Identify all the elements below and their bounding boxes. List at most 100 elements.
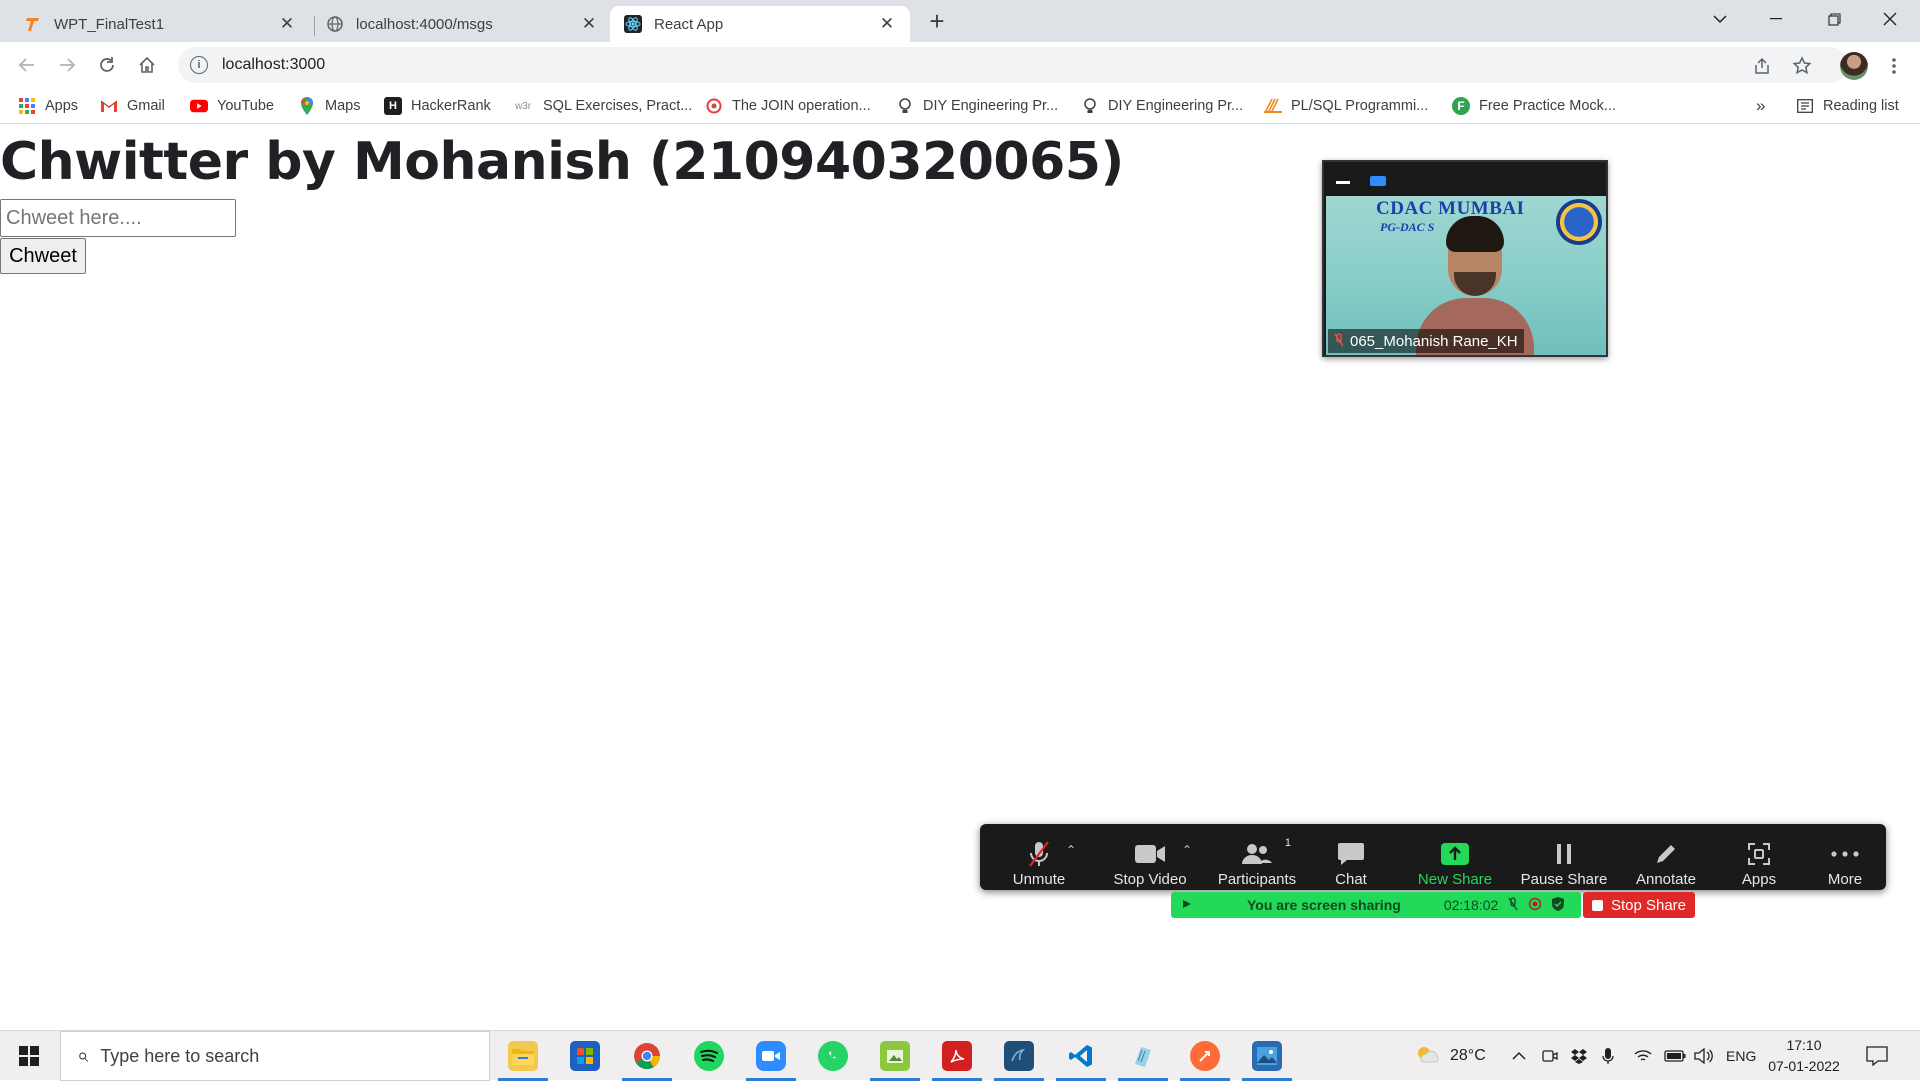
bookmark-free-practice-mock[interactable]: F Free Practice Mock... <box>1452 94 1616 118</box>
minimize-video-icon[interactable] <box>1336 181 1350 184</box>
chweet-input[interactable] <box>0 199 236 237</box>
volume-icon[interactable] <box>1694 1031 1714 1081</box>
tab-title: React App <box>654 15 724 33</box>
pause-share-button[interactable]: Pause Share <box>1514 830 1614 888</box>
meet-now-icon[interactable] <box>1542 1031 1558 1081</box>
address-bar[interactable]: i localhost:3000 <box>178 47 1848 83</box>
chrome-menu-icon[interactable] <box>1882 54 1906 78</box>
bookmark-gmail[interactable]: Gmail <box>100 94 165 118</box>
forward-arrow-icon[interactable] <box>53 51 81 79</box>
switch-view-icon[interactable] <box>1370 176 1386 186</box>
apps-button[interactable]: Apps <box>1728 830 1790 888</box>
bookmark-label: DIY Engineering Pr... <box>923 98 1059 114</box>
annotate-button[interactable]: Annotate <box>1624 830 1708 888</box>
taskbar-search[interactable]: ⌕ Type here to search <box>60 1031 490 1081</box>
control-label: More <box>1827 871 1863 888</box>
clock-date: 07-01-2022 <box>1768 1058 1840 1074</box>
bookmark-join-operation[interactable]: The JOIN operation... <box>705 94 871 118</box>
tab-react-app[interactable]: React App ✕ <box>610 6 910 42</box>
bookmark-sql-exercises[interactable]: w3r SQL Exercises, Pract... <box>512 94 692 118</box>
chweet-button[interactable]: Chweet <box>0 238 86 274</box>
pencil-icon <box>1654 839 1678 869</box>
notifications-icon[interactable] <box>1866 1031 1888 1081</box>
record-icon[interactable] <box>1528 897 1542 914</box>
bookmark-maps[interactable]: Maps <box>298 94 360 118</box>
back-arrow-icon[interactable] <box>13 51 41 79</box>
stop-video-button[interactable]: ⌃ Stop Video <box>1100 830 1200 888</box>
site-info-icon[interactable]: i <box>190 56 208 74</box>
new-tab-button[interactable]: + <box>922 6 952 36</box>
taskbar-file-explorer[interactable] <box>492 1031 554 1081</box>
drag-handle-icon[interactable] <box>1181 897 1193 913</box>
taskbar-vscode[interactable] <box>1050 1031 1112 1081</box>
tab-close-icon[interactable]: ✕ <box>876 13 898 35</box>
home-icon[interactable] <box>133 51 161 79</box>
bookmark-label: Gmail <box>127 98 165 114</box>
taskbar-postman[interactable] <box>1174 1031 1236 1081</box>
taskbar-acrobat[interactable] <box>926 1031 988 1081</box>
pause-icon <box>1555 839 1573 869</box>
show-hidden-icons-icon[interactable] <box>1512 1031 1526 1081</box>
tab-wpt-finaltest1[interactable]: WPT_FinalTest1 ✕ <box>10 6 310 42</box>
postman-icon <box>1190 1041 1220 1071</box>
profile-avatar[interactable] <box>1840 52 1868 80</box>
zoom-video-thumbnail[interactable]: CDAC MUMBAI PG-DAC S 065_Mohanish Rane_K… <box>1322 160 1608 357</box>
chat-button[interactable]: Chat <box>1320 830 1382 888</box>
reload-icon[interactable] <box>93 51 121 79</box>
tab-close-icon[interactable]: ✕ <box>276 13 298 35</box>
taskbar-spotify[interactable] <box>678 1031 740 1081</box>
whatsapp-icon <box>818 1041 848 1071</box>
restore-icon[interactable] <box>1810 0 1858 38</box>
battery-icon[interactable] <box>1664 1031 1686 1081</box>
tab-localhost-4000-msgs[interactable]: localhost:4000/msgs ✕ <box>312 6 612 42</box>
chevron-up-icon[interactable]: ⌃ <box>1182 843 1192 857</box>
control-label: Unmute <box>1012 871 1066 888</box>
video-panel-header <box>1324 162 1606 196</box>
bookmark-diy-engineering-1[interactable]: DIY Engineering Pr... <box>896 94 1058 118</box>
shield-icon[interactable] <box>1552 896 1565 914</box>
partly-sunny-icon <box>1414 1044 1442 1068</box>
taskbar-chrome[interactable] <box>616 1031 678 1081</box>
more-bookmarks-button[interactable]: » <box>1756 94 1765 118</box>
window-close-icon[interactable] <box>1866 0 1914 38</box>
acrobat-icon <box>942 1041 972 1071</box>
bookmark-diy-engineering-2[interactable]: DIY Engineering Pr... <box>1081 94 1243 118</box>
taskbar-whatsapp[interactable] <box>802 1031 864 1081</box>
tab-close-icon[interactable]: ✕ <box>578 13 600 35</box>
stop-share-label: Stop Share <box>1610 896 1687 914</box>
screen-sharing-status-bar[interactable]: You are screen sharing 02:18:02 <box>1171 892 1581 918</box>
share-page-icon[interactable] <box>1750 54 1774 78</box>
taskbar-photos[interactable] <box>1236 1031 1298 1081</box>
system-clock[interactable]: 17:10 07-01-2022 <box>1762 1035 1846 1077</box>
new-share-button[interactable]: New Share <box>1408 830 1502 888</box>
more-dots-icon <box>1831 839 1859 869</box>
tab-search-icon[interactable] <box>1696 0 1744 38</box>
bookmark-plsql-programming[interactable]: PL/SQL Programmi... <box>1264 94 1428 118</box>
taskbar-notepad[interactable] <box>1112 1031 1174 1081</box>
bookmark-youtube[interactable]: YouTube <box>190 94 274 118</box>
participants-button[interactable]: 1 Participants <box>1210 830 1304 888</box>
start-button[interactable] <box>0 1031 58 1081</box>
stop-share-button[interactable]: Stop Share <box>1583 892 1695 918</box>
microphone-icon[interactable] <box>1602 1031 1614 1081</box>
control-label: Chat <box>1335 871 1367 888</box>
minimize-icon[interactable] <box>1752 0 1800 38</box>
more-button[interactable]: More <box>1816 830 1874 888</box>
bookmark-hackerrank[interactable]: H HackerRank <box>384 94 491 118</box>
taskbar-mysql-workbench[interactable] <box>988 1031 1050 1081</box>
dropbox-icon[interactable] <box>1570 1031 1588 1081</box>
weather-widget[interactable]: 28°C <box>1414 1031 1486 1081</box>
input-language[interactable]: ENG <box>1726 1031 1756 1081</box>
zoom-icon <box>756 1041 786 1071</box>
taskbar-microsoft-store[interactable] <box>554 1031 616 1081</box>
taskbar-snipping-tool[interactable] <box>864 1031 926 1081</box>
taskbar-zoom[interactable] <box>740 1031 802 1081</box>
bookmark-apps[interactable]: Apps <box>18 94 78 118</box>
bookmark-star-icon[interactable] <box>1790 54 1814 78</box>
chevron-up-icon[interactable]: ⌃ <box>1066 843 1076 857</box>
wifi-icon[interactable] <box>1634 1031 1652 1081</box>
control-label: Participants <box>1217 871 1297 888</box>
unmute-button[interactable]: ⌃ Unmute <box>1002 830 1076 888</box>
reading-list-button[interactable]: Reading list <box>1796 94 1899 118</box>
mic-muted-icon[interactable] <box>1508 896 1518 914</box>
